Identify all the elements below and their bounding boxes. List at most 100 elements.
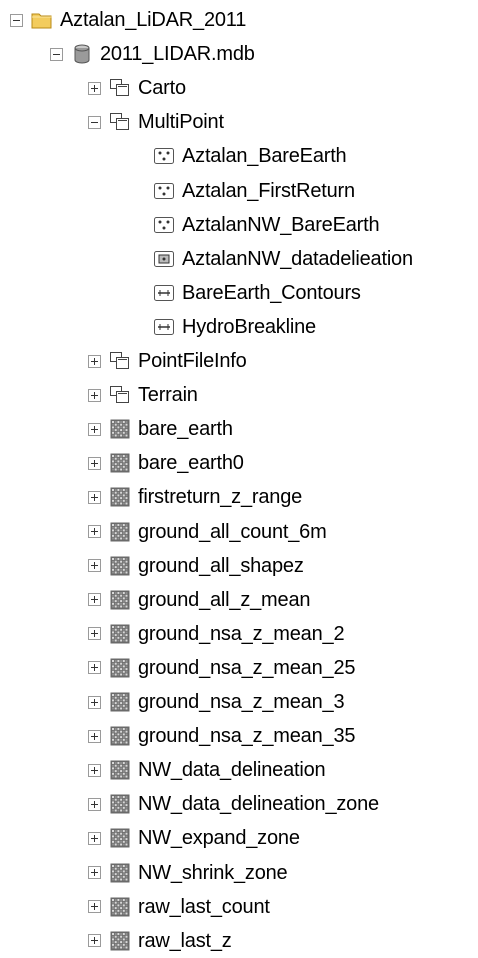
expand-icon[interactable] [88,695,101,709]
tree-item-ground-nsa-z-mean-35[interactable]: ground_nsa_z_mean_35 [88,719,355,753]
tree-item-aztalan-lidar-2011[interactable]: Aztalan_LiDAR_2011 [10,3,246,37]
raster-dataset-icon [109,863,131,883]
expand-icon[interactable] [88,422,101,436]
tree-item-label: raw_last_count [138,895,270,918]
expand-icon[interactable] [88,81,101,95]
tree-item-pointfileinfo[interactable]: PointFileInfo [88,344,247,378]
tree-item-label: ground_all_z_mean [138,588,311,611]
expand-icon[interactable] [88,729,101,743]
raster-dataset-icon [109,453,131,473]
expand-icon[interactable] [88,525,101,538]
feature-dataset-icon [109,351,131,371]
raster-dataset-icon [109,556,131,576]
expand-icon[interactable] [88,627,101,641]
tree-item-label: raw_last_z [138,929,232,952]
collapse-icon[interactable] [10,13,23,27]
tree-item-firstreturn-z-range[interactable]: firstreturn_z_range [88,480,302,514]
expand-icon[interactable] [88,900,101,914]
feature-dataset-icon [109,385,131,405]
expand-icon[interactable] [88,763,101,777]
multipoint-feature-class-icon [153,215,175,235]
tree-item-bare-earth[interactable]: bare_earth [88,412,233,446]
collapse-icon[interactable] [88,115,101,129]
tree-item-aztalan-firstreturn[interactable]: Aztalan_FirstReturn [153,174,355,208]
tree-item-label: HydroBreakline [182,315,316,338]
expand-icon[interactable] [88,934,101,948]
tree-item-label: firstreturn_z_range [138,486,303,509]
tree-item-hydrobreakline[interactable]: HydroBreakline [153,310,316,344]
tree-item-raw-last-z[interactable]: raw_last_z [88,924,232,958]
folder-icon [31,10,53,30]
tree-item-nw-shrink-zone[interactable]: NW_shrink_zone [88,856,288,890]
tree-item-label: AztalanNW_BareEarth [182,213,380,236]
tree-item-raw-last-count[interactable]: raw_last_count [88,890,270,924]
expand-icon[interactable] [88,354,101,368]
tree-item-bare-earth0[interactable]: bare_earth0 [88,446,244,480]
tree-item-label: Carto [138,77,186,100]
tree-item-aztalannw-datadelieation[interactable]: AztalanNW_datadelieation [153,242,413,276]
tree-item-label: PointFileInfo [138,350,247,372]
tree-item-aztalannw-bareearth[interactable]: AztalanNW_BareEarth [153,208,380,242]
tree-item-label: ground_nsa_z_mean_35 [138,725,356,748]
feature-dataset-icon [109,78,131,98]
tree-item-nw-data-delineation[interactable]: NW_data_delineation [88,753,326,787]
tree-item-label: Terrain [138,384,198,407]
tree-item-label: Aztalan_FirstReturn [182,179,355,202]
tree-item-aztalan-bareearth[interactable]: Aztalan_BareEarth [153,139,347,173]
polygon-feature-class-icon [153,249,175,269]
tree-item-nw-expand-zone[interactable]: NW_expand_zone [88,821,300,855]
raster-dataset-icon [109,487,131,507]
tree-item-label: bare_earth [138,418,233,441]
tree-item-label: ground_all_count_6m [138,520,327,543]
expand-icon[interactable] [88,661,101,675]
tree-item-carto[interactable]: Carto [88,71,186,105]
tree-item-2011-lidar-mdb[interactable]: 2011_LIDAR.mdb [50,37,255,71]
line-feature-class-icon [153,283,175,303]
tree-item-label: ground_nsa_z_mean_2 [138,622,345,645]
tree-item-nw-data-delineation-zone[interactable]: NW_data_delineation_zone [88,787,379,821]
tree-item-ground-nsa-z-mean-3[interactable]: ground_nsa_z_mean_3 [88,685,345,719]
expand-icon[interactable] [88,593,101,607]
raster-dataset-icon [109,590,131,610]
raster-dataset-icon [109,794,131,814]
tree-item-label: ground_nsa_z_mean_3 [138,691,345,713]
expand-icon[interactable] [88,456,101,470]
expand-icon[interactable] [88,559,101,573]
raster-dataset-icon [109,760,131,780]
tree-item-label: NW_data_delineation [138,759,326,782]
expand-icon[interactable] [88,797,101,811]
expand-icon[interactable] [88,490,101,504]
tree-item-label: MultiPoint [138,111,224,134]
tree-item-ground-all-shapez[interactable]: ground_all_shapez [88,549,304,583]
multipoint-feature-class-icon [153,146,175,166]
tree-item-ground-nsa-z-mean-25[interactable]: ground_nsa_z_mean_25 [88,651,355,685]
tree-item-terrain[interactable]: Terrain [88,378,198,412]
tree-item-label: BareEarth_Contours [182,281,361,304]
raster-dataset-icon [109,828,131,848]
tree-item-ground-all-z-mean[interactable]: ground_all_z_mean [88,583,310,617]
tree-item-label: AztalanNW_datadelieation [182,247,413,270]
tree-item-label: 2011_LIDAR.mdb [100,43,255,66]
tree-item-ground-nsa-z-mean-2[interactable]: ground_nsa_z_mean_2 [88,617,345,651]
tree-item-multipoint[interactable]: MultiPoint [88,105,224,139]
raster-dataset-icon [109,522,131,542]
raster-dataset-icon [109,658,131,678]
expand-icon[interactable] [88,831,101,845]
collapse-icon[interactable] [50,47,63,61]
tree-item-label: Aztalan_BareEarth [182,145,347,168]
raster-dataset-icon [109,897,131,917]
tree-item-label: NW_data_delineation_zone [138,793,379,816]
raster-dataset-icon [109,931,131,951]
tree-item-label: ground_all_shapez [138,554,304,577]
raster-dataset-icon [109,624,131,644]
tree-item-label: ground_nsa_z_mean_25 [138,656,356,679]
tree-item-label: Aztalan_LiDAR_2011 [60,9,247,31]
expand-icon[interactable] [88,866,101,879]
tree-item-label: NW_shrink_zone [138,861,288,884]
expand-icon[interactable] [88,388,101,402]
tree-item-ground-all-count-6m[interactable]: ground_all_count_6m [88,515,327,549]
raster-dataset-icon [109,419,131,439]
multipoint-feature-class-icon [153,181,175,201]
line-feature-class-icon [153,317,175,337]
tree-item-bareearth-contours[interactable]: BareEarth_Contours [153,276,361,310]
